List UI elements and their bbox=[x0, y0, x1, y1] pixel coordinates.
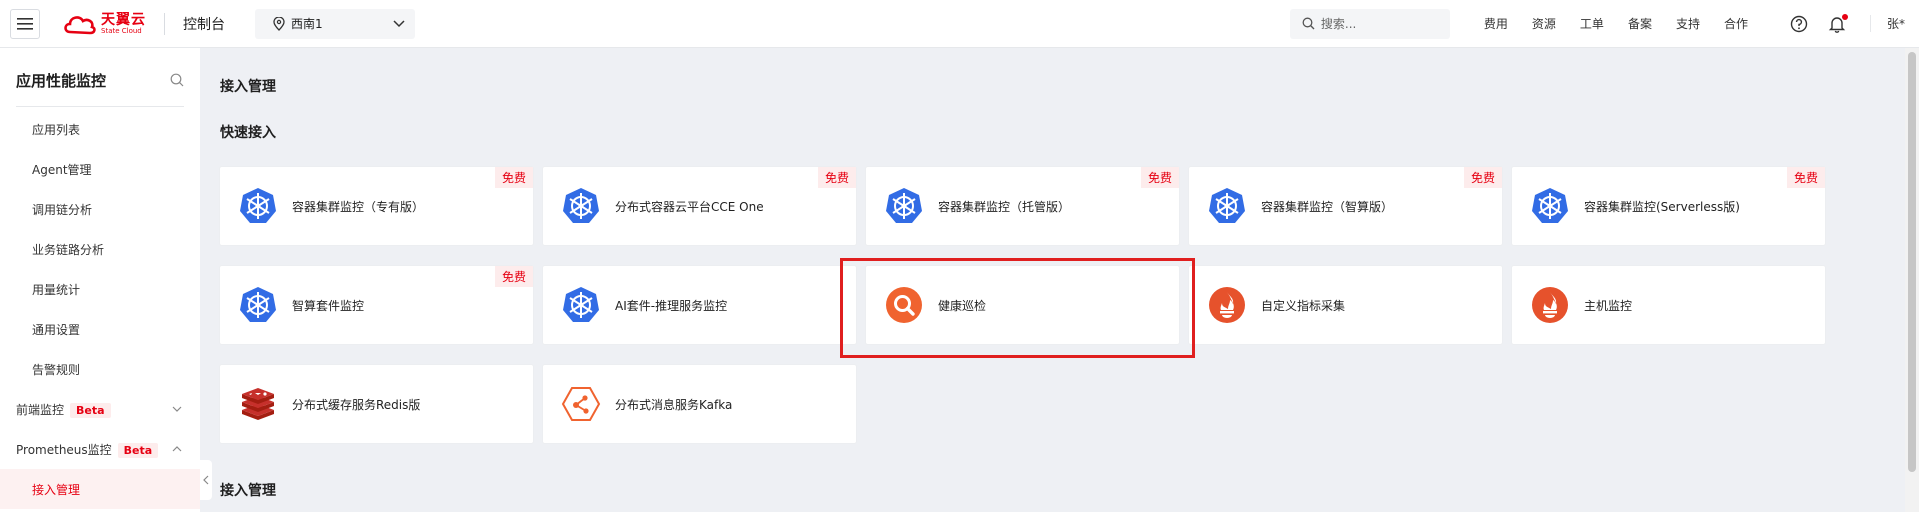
user-menu[interactable]: 张* bbox=[1869, 15, 1905, 32]
logo[interactable]: 天翼云 State Cloud bbox=[62, 12, 146, 36]
sidebar-header: 应用性能监控 bbox=[0, 48, 200, 112]
nav-resource[interactable]: 资源 bbox=[1532, 15, 1556, 32]
section-title-quick: 快速接入 bbox=[220, 125, 276, 141]
sidebar-item-access-management[interactable]: 接入管理 bbox=[0, 469, 200, 509]
free-badge: 免费 bbox=[1786, 167, 1825, 188]
card-label: 容器集群监控(Serverless版) bbox=[1584, 199, 1740, 214]
sidebar-item-agent[interactable]: Agent管理 bbox=[0, 149, 200, 189]
scrollbar-thumb[interactable] bbox=[1908, 52, 1916, 472]
logo-text-en: State Cloud bbox=[101, 26, 142, 35]
kubernetes-icon bbox=[563, 287, 599, 322]
card-label: 主机监控 bbox=[1584, 298, 1633, 313]
kubernetes-icon bbox=[240, 287, 276, 322]
kafka-icon bbox=[561, 387, 601, 421]
search-icon bbox=[1302, 17, 1315, 30]
sidebar-title: 应用性能监控 bbox=[16, 71, 107, 90]
kubernetes-icon bbox=[240, 188, 276, 223]
scrollbar[interactable] bbox=[1905, 48, 1919, 512]
card-label: 容器集群监控（托管版） bbox=[938, 199, 1071, 214]
nav-support[interactable]: 支持 bbox=[1676, 15, 1700, 32]
card-label: 分布式缓存服务Redis版 bbox=[292, 397, 421, 412]
card-ai-inference-monitor[interactable]: AI套件-推理服务监控 bbox=[543, 266, 856, 344]
free-badge: 免费 bbox=[817, 167, 856, 188]
card-ai-suite-monitor[interactable]: 智算套件监控 免费 bbox=[220, 266, 533, 344]
console-link[interactable]: 控制台 bbox=[183, 14, 225, 34]
sidebar-item-settings[interactable]: 通用设置 bbox=[0, 309, 200, 349]
chevron-down-icon bbox=[172, 406, 182, 412]
search-placeholder: 搜索... bbox=[1320, 17, 1357, 31]
sidebar-group-frontend[interactable]: 前端监控 Beta bbox=[0, 389, 200, 429]
beta-badge: Beta bbox=[70, 402, 111, 418]
sidebar-item-app-list[interactable]: 应用列表 bbox=[0, 109, 200, 149]
sidebar-group-label: Prometheus监控 bbox=[16, 442, 112, 457]
kubernetes-icon bbox=[1532, 188, 1568, 223]
help-button[interactable] bbox=[1790, 15, 1808, 33]
card-label: AI套件-推理服务监控 bbox=[615, 298, 728, 313]
sidebar-item-usage[interactable]: 用量统计 bbox=[0, 269, 200, 309]
redis-icon bbox=[242, 388, 274, 420]
card-label: 智算套件监控 bbox=[292, 298, 365, 313]
card-container-monitor-ai[interactable]: 容器集群监控（智算版） 免费 bbox=[1189, 167, 1502, 245]
hamburger-icon bbox=[17, 17, 33, 30]
section-title-access: 接入管理 bbox=[220, 483, 276, 499]
card-custom-metrics[interactable]: 自定义指标采集 bbox=[1189, 266, 1502, 344]
card-label: 容器集群监控（智算版） bbox=[1261, 199, 1394, 214]
card-container-monitor-dedicated[interactable]: 容器集群监控（专有版） 免费 bbox=[220, 167, 533, 245]
region-select[interactable]: 西南1 bbox=[255, 8, 415, 39]
card-host-monitor[interactable]: 主机监控 bbox=[1512, 266, 1825, 344]
sidebar: 应用性能监控 应用列表 Agent管理 调用链分析 业务链路分析 用量统计 通用… bbox=[0, 48, 200, 512]
card-redis[interactable]: 分布式缓存服务Redis版 bbox=[220, 365, 533, 443]
beta-badge: Beta bbox=[117, 442, 159, 458]
card-kafka[interactable]: 分布式消息服务Kafka bbox=[543, 365, 856, 443]
kubernetes-icon bbox=[1209, 188, 1245, 223]
logo-text-cn: 天翼云 bbox=[101, 11, 146, 28]
free-badge: 免费 bbox=[494, 266, 533, 287]
card-container-monitor-serverless[interactable]: 容器集群监控(Serverless版) 免费 bbox=[1512, 167, 1825, 245]
search-icon[interactable] bbox=[170, 73, 184, 87]
free-badge: 免费 bbox=[1463, 167, 1502, 188]
nav-fee[interactable]: 费用 bbox=[1484, 15, 1508, 32]
prometheus-icon bbox=[1209, 287, 1245, 323]
region-value: 西南1 bbox=[291, 17, 323, 31]
cloud-logo-icon bbox=[64, 15, 96, 34]
kubernetes-icon bbox=[886, 188, 922, 223]
prometheus-icon bbox=[1532, 287, 1568, 323]
free-badge: 免费 bbox=[1140, 167, 1179, 188]
nav-filing[interactable]: 备案 bbox=[1628, 15, 1652, 32]
location-pin-icon bbox=[273, 16, 285, 31]
card-container-monitor-managed[interactable]: 容器集群监控（托管版） 免费 bbox=[866, 167, 1179, 245]
chevron-up-icon bbox=[172, 446, 182, 452]
chevron-down-icon bbox=[393, 19, 405, 27]
sidebar-item-business-trace[interactable]: 业务链路分析 bbox=[0, 229, 200, 269]
search-input[interactable]: 搜索... bbox=[1289, 8, 1450, 39]
divider bbox=[164, 12, 165, 35]
sidebar-group-prometheus[interactable]: Prometheus监控 Beta bbox=[0, 429, 200, 469]
highlight-box bbox=[840, 258, 1195, 358]
nav-ticket[interactable]: 工单 bbox=[1580, 15, 1604, 32]
sidebar-item-trace[interactable]: 调用链分析 bbox=[0, 189, 200, 229]
sidebar-group-label: 前端监控 bbox=[16, 402, 65, 417]
page-title: 接入管理 bbox=[220, 79, 276, 95]
notification-dot bbox=[1841, 13, 1848, 20]
free-badge: 免费 bbox=[494, 167, 533, 188]
card-label: 分布式消息服务Kafka bbox=[615, 397, 733, 412]
card-cce-one[interactable]: 分布式容器云平台CCE One 免费 bbox=[543, 167, 856, 245]
card-label: 容器集群监控（专有版） bbox=[292, 199, 425, 214]
card-label: 分布式容器云平台CCE One bbox=[615, 199, 764, 214]
help-icon bbox=[1790, 15, 1808, 32]
sidebar-item-alerts[interactable]: 告警规则 bbox=[0, 349, 200, 389]
top-bar: 天翼云 State Cloud 控制台 西南1 搜索... 费用 资源 工单 备… bbox=[0, 0, 1919, 48]
nav-partner[interactable]: 合作 bbox=[1724, 15, 1748, 32]
card-label: 自定义指标采集 bbox=[1261, 298, 1346, 313]
menu-button[interactable] bbox=[10, 8, 40, 39]
notification-button[interactable] bbox=[1828, 13, 1848, 33]
kubernetes-icon bbox=[563, 188, 599, 223]
